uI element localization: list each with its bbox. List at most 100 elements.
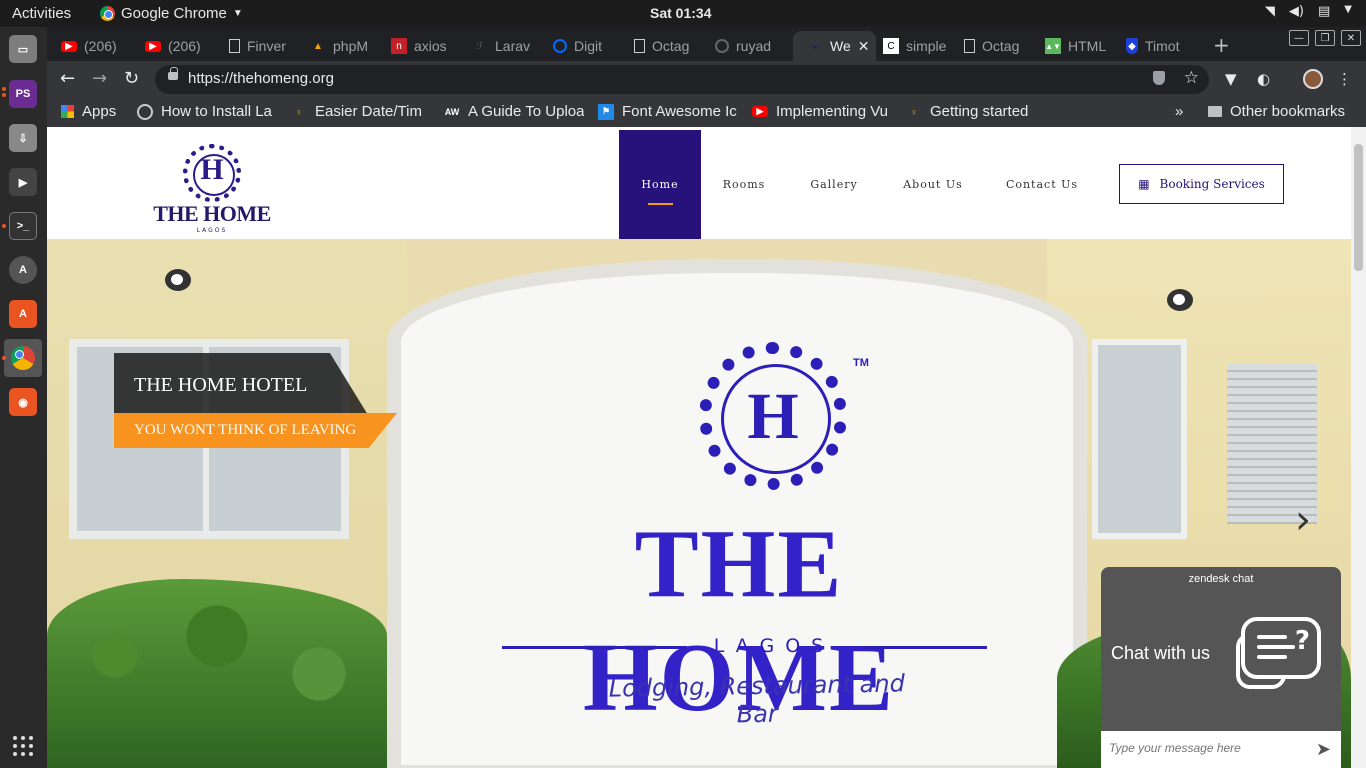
tab-active[interactable]: ◒ We ✕ bbox=[793, 31, 876, 61]
files-icon[interactable]: ▭ bbox=[9, 35, 37, 63]
tab[interactable]: Octag bbox=[950, 31, 1031, 61]
extension-icon[interactable]: ◐ bbox=[1257, 70, 1270, 88]
site-icon: ◒ bbox=[811, 40, 819, 52]
reload-button[interactable]: ↻ bbox=[124, 68, 139, 89]
running-indicator bbox=[2, 87, 6, 91]
chat-input-area[interactable]: ➤ bbox=[1101, 731, 1341, 768]
back-button[interactable]: ← bbox=[60, 68, 75, 89]
other-bookmarks[interactable]: Other bookmarks bbox=[1208, 103, 1345, 120]
app-menu[interactable]: Google Chrome ▼ bbox=[100, 5, 243, 22]
url-text[interactable]: https://thehomeng.org bbox=[188, 70, 334, 87]
more-menu-icon[interactable]: ⋮ bbox=[1337, 70, 1352, 88]
install-icon[interactable]: ⇩ bbox=[9, 124, 37, 152]
activities-button[interactable]: Activities bbox=[12, 5, 71, 22]
logo-letter: H bbox=[200, 153, 224, 186]
software-center-icon[interactable]: A bbox=[9, 300, 37, 328]
forward-button[interactable]: → bbox=[92, 68, 107, 89]
system-top-bar: Activities Google Chrome ▼ Sat 01:34 ◥ ◀… bbox=[0, 0, 1366, 27]
tab[interactable]: n axios bbox=[377, 31, 458, 61]
running-indicator bbox=[2, 224, 6, 228]
scrollbar-thumb[interactable] bbox=[1354, 144, 1363, 271]
bulb-icon: ♀ bbox=[910, 106, 918, 117]
nav-about-us[interactable]: About Us bbox=[893, 130, 973, 239]
booking-services-button[interactable]: ▦ Booking Services bbox=[1119, 164, 1284, 204]
clock[interactable]: Sat 01:34 bbox=[650, 5, 711, 21]
chat-message-input[interactable] bbox=[1109, 741, 1299, 755]
tracking-shield-icon[interactable] bbox=[1153, 71, 1165, 85]
phpstorm-icon[interactable]: PS bbox=[9, 80, 37, 108]
tab-label: Octag bbox=[982, 38, 1020, 54]
zendesk-chat-widget[interactable]: zendesk chat Chat with us ➤ bbox=[1101, 567, 1341, 768]
bookmark-label: Font Awesome Ic bbox=[622, 103, 737, 120]
nav-rooms[interactable]: Rooms bbox=[711, 130, 777, 239]
document-icon bbox=[964, 39, 975, 53]
slider-next-button[interactable]: › bbox=[1295, 497, 1311, 543]
profile-avatar[interactable] bbox=[1303, 69, 1323, 89]
tab[interactable]: ▶ (206) bbox=[47, 31, 131, 61]
nav-contact-us[interactable]: Contact Us bbox=[997, 130, 1087, 239]
system-tray[interactable]: ◥ ◀) ▤ ▼ bbox=[1265, 4, 1352, 19]
screenshot-icon[interactable]: ◉ bbox=[9, 388, 37, 416]
address-bar[interactable]: https://thehomeng.org ☆ bbox=[155, 65, 1209, 94]
bookmark-item[interactable]: ▶ Implementing Vu bbox=[752, 103, 892, 120]
tab[interactable]: Digit bbox=[539, 31, 620, 61]
sign-lagos: LAGOS bbox=[713, 635, 835, 657]
tab-label: Octag bbox=[652, 38, 690, 54]
page-scrollbar[interactable] bbox=[1351, 127, 1366, 768]
bookmark-item[interactable]: ♀ Easier Date/Tim bbox=[291, 103, 431, 120]
tab-label: phpM bbox=[333, 38, 369, 54]
minimize-button[interactable]: — bbox=[1289, 30, 1309, 46]
tab-label: HTML bbox=[1068, 38, 1107, 54]
bookmarks-bar: Apps How to Install La ♀ Easier Date/Tim … bbox=[47, 98, 1366, 127]
bookmarks-overflow-button[interactable]: » bbox=[1175, 103, 1183, 120]
npm-icon: n bbox=[391, 38, 407, 54]
tab-label: Digit bbox=[574, 38, 603, 54]
chevron-down-icon: ▼ bbox=[232, 8, 243, 19]
close-window-button[interactable]: ✕ bbox=[1341, 30, 1361, 46]
nav-gallery[interactable]: Gallery bbox=[797, 130, 871, 239]
tab[interactable]: ruyad bbox=[701, 31, 782, 61]
bulb-icon: ♀ bbox=[295, 106, 303, 117]
sign-tagline: Lodging, Restaurant and Bar bbox=[608, 669, 906, 729]
video-icon[interactable]: ▶ bbox=[9, 168, 37, 196]
close-tab-icon[interactable]: ✕ bbox=[858, 38, 870, 55]
bookmark-item[interactable]: How to Install La bbox=[137, 103, 277, 120]
chrome-icon[interactable] bbox=[4, 339, 42, 377]
terminal-icon[interactable]: >_ bbox=[9, 212, 37, 240]
tab-label: We bbox=[830, 38, 851, 54]
tab-label: (206) bbox=[84, 38, 117, 54]
updater-icon[interactable]: A bbox=[9, 256, 37, 284]
tab[interactable]: Finver bbox=[215, 31, 296, 61]
dock: ▭ PS ⇩ ▶ >_ A A ◉ bbox=[0, 27, 47, 768]
chat-title[interactable]: Chat with us bbox=[1111, 643, 1210, 664]
tab[interactable]: Csimple bbox=[869, 31, 950, 61]
html-icon: ▲▼ bbox=[1045, 38, 1061, 54]
vue-devtools-icon[interactable]: ▼ bbox=[1225, 70, 1237, 88]
apps-icon bbox=[61, 105, 74, 118]
tab[interactable]: ▲▼ HTML bbox=[1031, 31, 1112, 61]
bookmark-apps[interactable]: Apps bbox=[61, 103, 116, 120]
tab[interactable]: ℱ Larav bbox=[458, 31, 539, 61]
nav-home[interactable]: Home bbox=[619, 130, 701, 239]
tab[interactable]: Octag bbox=[620, 31, 701, 61]
tab[interactable]: ▶ (206) bbox=[131, 31, 215, 61]
clipboard-icon: ▤ bbox=[1318, 4, 1331, 19]
site-logo[interactable]: H THE HOME LAGOS bbox=[152, 140, 272, 235]
bookmark-item[interactable]: ♀ Getting started bbox=[906, 103, 1046, 120]
new-tab-button[interactable]: + bbox=[1213, 33, 1230, 57]
bookmark-item[interactable]: AW A Guide To Uploa bbox=[444, 103, 584, 120]
restore-button[interactable]: ❐ bbox=[1315, 30, 1335, 46]
web-page: H THE HOME LAGOS Home Rooms Gallery Abou… bbox=[47, 127, 1366, 768]
tab-label: ruyad bbox=[736, 38, 772, 54]
aw-icon: AW bbox=[444, 106, 460, 117]
send-icon[interactable]: ➤ bbox=[1316, 739, 1331, 760]
site-header: H THE HOME LAGOS Home Rooms Gallery Abou… bbox=[47, 130, 1351, 239]
sign-divider bbox=[502, 646, 687, 649]
hero-photo-lamp bbox=[1167, 289, 1193, 311]
tab[interactable]: ◆ Timot bbox=[1112, 31, 1193, 61]
bookmark-star-icon[interactable]: ☆ bbox=[1184, 68, 1199, 88]
bookmark-item[interactable]: ⚑ Font Awesome Ic bbox=[598, 103, 738, 120]
show-apps-icon[interactable] bbox=[13, 736, 33, 756]
tab[interactable]: ▲ phpM bbox=[296, 31, 377, 61]
hero-photo-window bbox=[1092, 339, 1187, 539]
